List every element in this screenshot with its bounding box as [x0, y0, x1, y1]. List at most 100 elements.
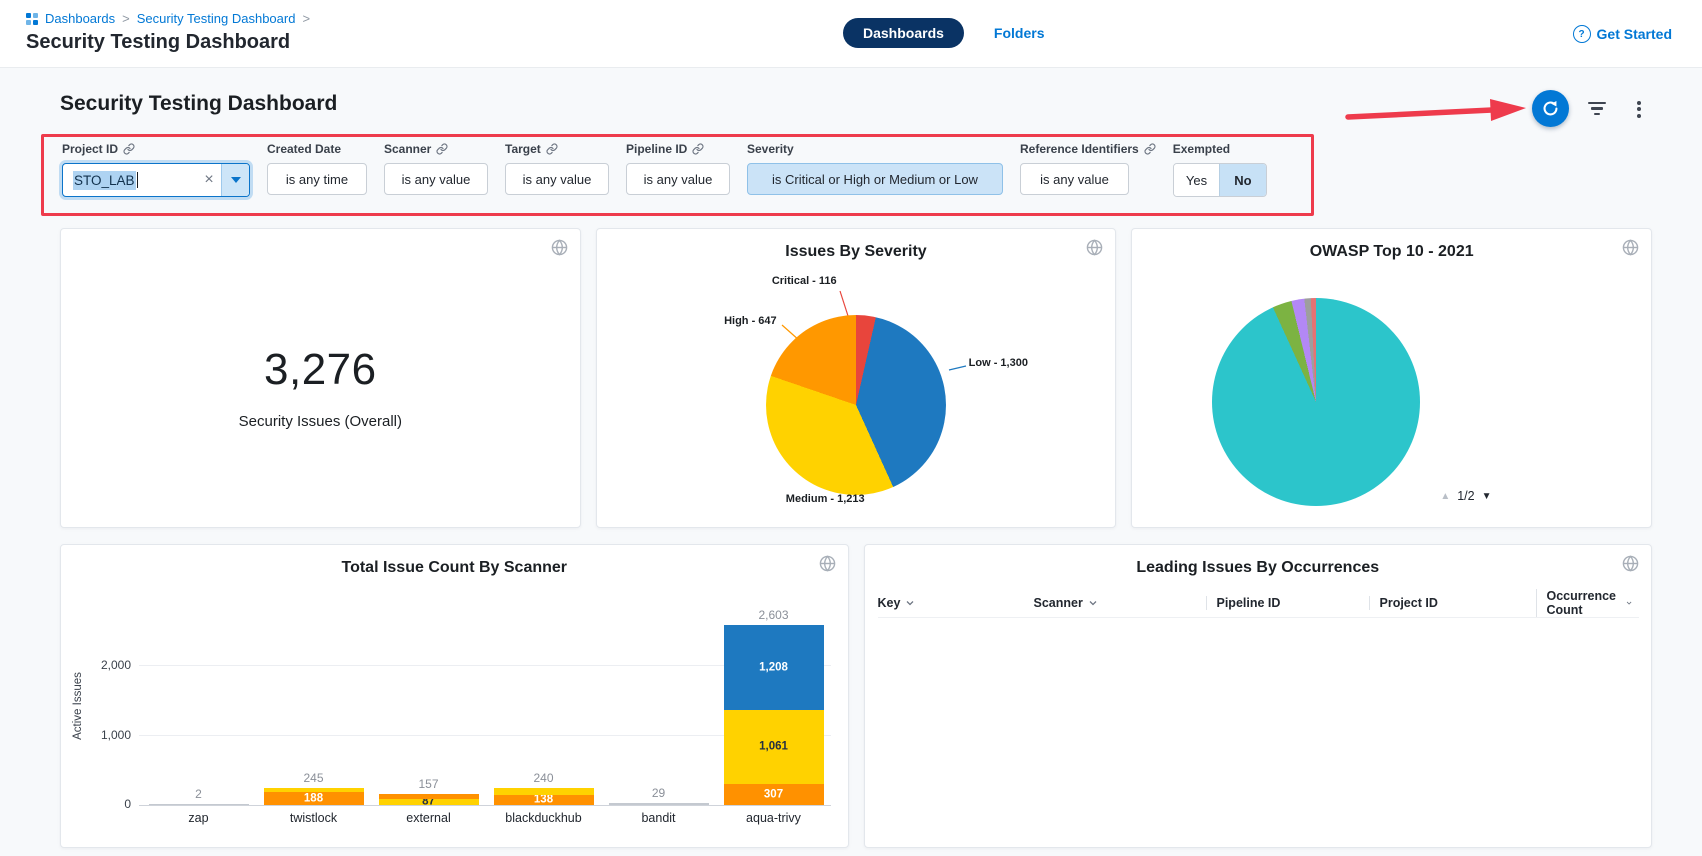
- globe-icon[interactable]: [1622, 555, 1639, 572]
- exempted-toggle: Yes No: [1173, 163, 1267, 197]
- filter-label-project-id: Project ID: [62, 142, 118, 156]
- column-label: Key: [878, 596, 901, 610]
- card-issues-by-severity: Issues By Severity Critical - 116 High -…: [596, 228, 1117, 528]
- bar-segment-yellow[interactable]: 87: [379, 799, 479, 805]
- sort-chevron-icon[interactable]: [1087, 597, 1099, 609]
- tab-folders[interactable]: Folders: [994, 25, 1045, 41]
- help-icon: ?: [1573, 25, 1591, 43]
- filter-list-button[interactable]: [1586, 99, 1608, 119]
- more-options-button[interactable]: [1632, 98, 1646, 120]
- bar-segment-blue[interactable]: 1,208: [724, 625, 824, 710]
- column-label: Project ID: [1380, 596, 1438, 610]
- globe-icon[interactable]: [819, 555, 836, 572]
- caret-down-icon: [231, 177, 241, 183]
- card-owasp-top-10: OWASP Top 10 - 2021 ▲ 1/2 ▼: [1131, 228, 1652, 528]
- bar-segment-yellow[interactable]: 1,061: [724, 710, 824, 784]
- bar-category-label: twistlock: [256, 811, 371, 825]
- tab-dashboards[interactable]: Dashboards: [843, 18, 964, 48]
- page-down-icon[interactable]: ▼: [1482, 491, 1492, 502]
- dropdown-caret-button[interactable]: [221, 164, 249, 196]
- column-header-scanner[interactable]: Scanner: [1034, 596, 1206, 610]
- filter-label-pipeline-id: Pipeline ID: [626, 142, 687, 156]
- dashboard-row-2: Total Issue Count By Scanner Active Issu…: [60, 544, 1652, 848]
- sort-chevron-icon[interactable]: [904, 597, 916, 609]
- link-icon: [436, 143, 448, 155]
- globe-icon[interactable]: [1086, 239, 1103, 256]
- bar-chart-plot: 2 245 188 157 87 240138 29 2,603 307 1,061 1,208: [141, 609, 831, 805]
- page-title: Security Testing Dashboard: [26, 31, 290, 54]
- bar-total-label: 2,603: [758, 608, 788, 622]
- card-leading-issues-by-occurrences: Leading Issues By Occurrences KeyScanner…: [864, 544, 1653, 848]
- x-axis-baseline: [139, 805, 831, 806]
- target-filter-button[interactable]: is any value: [505, 163, 609, 195]
- link-icon: [1144, 143, 1156, 155]
- chart-title-issues-by-severity: Issues By Severity: [597, 243, 1116, 261]
- project-id-filter-select[interactable]: STO_LAB ×: [62, 163, 250, 197]
- bar-segment-orange[interactable]: 307: [724, 784, 824, 805]
- table-body: [878, 618, 1640, 837]
- page-indicator: 1/2: [1457, 489, 1474, 503]
- chart-title-owasp: OWASP Top 10 - 2021: [1132, 243, 1651, 261]
- column-header-key[interactable]: Key: [878, 596, 1034, 610]
- filter-label-reference-identifiers: Reference Identifiers: [1020, 142, 1139, 156]
- severity-pie-chart[interactable]: [766, 315, 946, 495]
- column-header-occurrence-count[interactable]: Occurrence Count: [1536, 589, 1640, 617]
- breadcrumb: Dashboards > Security Testing Dashboard …: [26, 11, 310, 26]
- pie-label-low: Low - 1,300: [969, 357, 1028, 369]
- bar-category-label: external: [371, 811, 486, 825]
- y-tick-1000: 1,000: [69, 728, 131, 742]
- bar-segment-label: 138: [494, 795, 594, 806]
- clear-selection-icon[interactable]: ×: [197, 171, 221, 189]
- bar-total-label: 29: [652, 786, 665, 800]
- bar-segment-label: 1,208: [724, 662, 824, 673]
- pie-label-critical: Critical - 116: [727, 275, 837, 287]
- link-icon: [123, 143, 135, 155]
- filter-group-pipeline-id: Pipeline ID is any value: [626, 142, 730, 195]
- severity-filter-button[interactable]: is Critical or High or Medium or Low: [747, 163, 1003, 195]
- refresh-button[interactable]: [1532, 90, 1569, 127]
- bar-blackduckhub[interactable]: 240138: [486, 609, 601, 805]
- annotation-arrow: [1342, 90, 1537, 130]
- sort-chevron-icon[interactable]: [1625, 597, 1633, 609]
- bar-segment-yellow[interactable]: [264, 788, 364, 792]
- exempted-no-option[interactable]: No: [1219, 164, 1266, 196]
- bar-aqua-trivy[interactable]: 2,603 307 1,061 1,208: [716, 609, 831, 805]
- bar-chart-categories: zaptwistlockexternalblackduckhubbanditaq…: [141, 811, 831, 825]
- bar-bandit[interactable]: 29: [601, 609, 716, 805]
- filter-label-created-date: Created Date: [267, 142, 341, 156]
- dashboard-row-1: 3,276 Security Issues (Overall) Issues B…: [60, 228, 1652, 528]
- bar-zap[interactable]: 2: [141, 609, 256, 805]
- bar-segment-orange[interactable]: 138: [494, 795, 594, 805]
- globe-icon[interactable]: [1622, 239, 1639, 256]
- get-started-label: Get Started: [1597, 26, 1672, 42]
- exempted-yes-option[interactable]: Yes: [1174, 164, 1220, 196]
- bar-segment-gray[interactable]: [149, 804, 249, 805]
- bar-total-label: 245: [303, 771, 323, 785]
- metric-label: Security Issues (Overall): [239, 413, 402, 430]
- text-cursor: [137, 172, 139, 188]
- bar-segment-orange[interactable]: [379, 794, 479, 799]
- created-date-filter-button[interactable]: is any time: [267, 163, 367, 195]
- filter-group-exempted: Exempted Yes No: [1173, 142, 1267, 197]
- breadcrumb-link-dashboards[interactable]: Dashboards: [45, 11, 115, 26]
- owasp-pie-chart[interactable]: [1212, 298, 1420, 506]
- pipeline-id-filter-button[interactable]: is any value: [626, 163, 730, 195]
- bar-segment-yellow[interactable]: [494, 788, 594, 795]
- bar-total-label: 157: [418, 777, 438, 791]
- dashboards-grid-icon: [26, 13, 38, 25]
- bar-segment-orange[interactable]: 188: [264, 792, 364, 805]
- filter-label-severity: Severity: [747, 142, 794, 156]
- app-header: Dashboards > Security Testing Dashboard …: [0, 0, 1702, 68]
- security-testing-dashboard-page: Dashboards > Security Testing Dashboard …: [0, 0, 1702, 856]
- bar-external[interactable]: 157 87: [371, 609, 486, 805]
- breadcrumb-link-current[interactable]: Security Testing Dashboard: [137, 11, 296, 26]
- bar-segment-gray[interactable]: [609, 803, 709, 805]
- breadcrumb-separator: >: [302, 11, 310, 26]
- bar-twistlock[interactable]: 245 188: [256, 609, 371, 805]
- link-icon: [692, 143, 704, 155]
- get-started-link[interactable]: ? Get Started: [1573, 25, 1672, 43]
- scanner-filter-button[interactable]: is any value: [384, 163, 488, 195]
- page-up-icon[interactable]: ▲: [1440, 491, 1450, 502]
- reference-identifiers-filter-button[interactable]: is any value: [1020, 163, 1129, 195]
- bar-segment-label: 307: [724, 789, 824, 800]
